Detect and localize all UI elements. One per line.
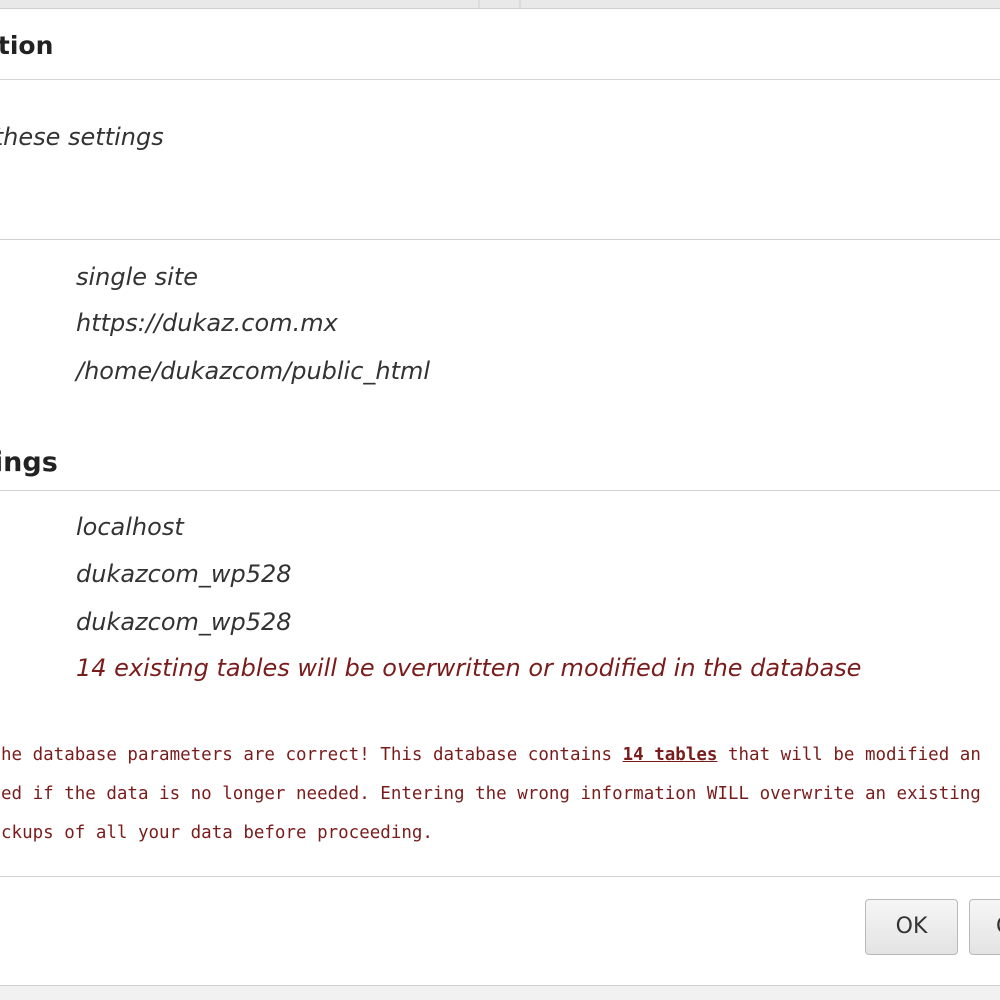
- divider: [0, 239, 1000, 240]
- background-divider: [519, 0, 521, 8]
- db-tables-warning: 14 existing tables will be overwritten o…: [76, 654, 862, 682]
- notice-text: ckups of all your data before proceeding…: [1, 823, 433, 843]
- notice-text: ed if the data is no longer needed. Ente…: [1, 784, 981, 804]
- background-divider: [478, 0, 480, 8]
- db-user-value: dukazcom_wp528: [76, 608, 292, 636]
- db-host-value: localhost: [76, 513, 184, 541]
- divider: [0, 490, 1000, 491]
- cancel-button[interactable]: C: [969, 899, 1000, 955]
- dialog-title: ation: [0, 31, 54, 60]
- background-header-strip: [0, 0, 1000, 8]
- install-type-value: single site: [76, 263, 199, 291]
- confirmation-question: these settings?: [0, 123, 164, 151]
- background-footer-strip: [0, 986, 1000, 1000]
- confirmation-dialog: ation these settings? single site https:…: [0, 8, 1000, 986]
- divider: [0, 876, 1000, 877]
- site-url-value: https://dukaz.com.mx: [76, 309, 338, 337]
- database-settings-heading: tings: [0, 447, 58, 478]
- ok-button[interactable]: OK: [865, 899, 958, 955]
- dialog-titlebar: ation: [0, 9, 1000, 80]
- notice-line-3: ckups of all your data before proceeding…: [1, 821, 981, 845]
- page: ation these settings? single site https:…: [0, 0, 1000, 1000]
- notice-text: that will be modified and: [717, 745, 981, 765]
- site-path-value: /home/dukazcom/public_html: [76, 357, 431, 385]
- db-name-value: dukazcom_wp528: [76, 560, 292, 588]
- notice-line-1: he database parameters are correct! This…: [1, 743, 981, 767]
- notice-line-2: ed if the data is no longer needed. Ente…: [1, 782, 981, 806]
- notice-text: he database parameters are correct! This…: [1, 745, 623, 765]
- tables-link[interactable]: 14 tables: [623, 745, 718, 765]
